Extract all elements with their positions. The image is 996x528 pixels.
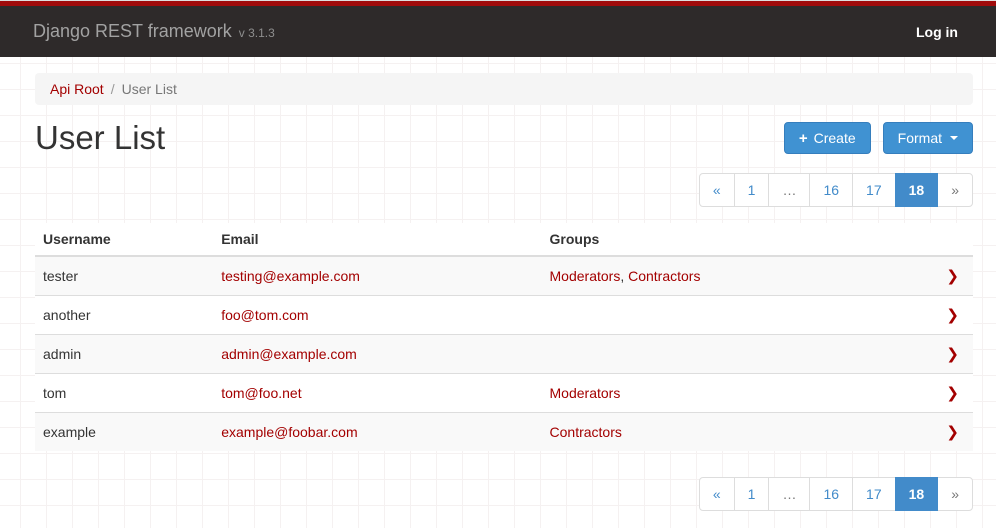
- username-cell: admin: [35, 335, 213, 374]
- groups-cell: Moderators, Contractors: [542, 256, 908, 296]
- format-button-label: Format: [898, 130, 942, 146]
- breadcrumb: Api Root / User List: [35, 73, 973, 105]
- page-16-button[interactable]: 16: [809, 173, 853, 207]
- page-18-button[interactable]: 18: [895, 477, 939, 511]
- column-header-email: Email: [213, 223, 541, 256]
- email-link[interactable]: testing@example.com: [221, 268, 360, 284]
- email-cell: foo@tom.com: [213, 296, 541, 335]
- table-header-row: Username Email Groups: [35, 223, 973, 256]
- breadcrumb-separator: /: [104, 81, 122, 97]
- breadcrumb-current: User List: [122, 81, 177, 97]
- groups-cell: Contractors: [542, 413, 908, 452]
- username-cell: tester: [35, 256, 213, 296]
- navbar: Django REST framework v 3.1.3 Log in: [0, 6, 996, 57]
- brand-link[interactable]: Django REST framework v 3.1.3: [33, 21, 275, 42]
- group-link[interactable]: Moderators: [550, 385, 621, 401]
- email-link[interactable]: example@foobar.com: [221, 424, 357, 440]
- chevron-right-icon: ❯: [946, 346, 959, 363]
- brand-title: Django REST framework: [33, 21, 232, 41]
- page-17-button[interactable]: 17: [852, 477, 896, 511]
- toolbar: + Create Format: [784, 122, 973, 154]
- chevron-right-icon: ❯: [946, 385, 959, 402]
- row-detail-link[interactable]: ❯: [946, 346, 959, 362]
- page-16-button[interactable]: 16: [809, 477, 853, 511]
- prev-page-button[interactable]: «: [699, 173, 735, 207]
- chevron-right-icon: ❯: [946, 307, 959, 324]
- email-cell: testing@example.com: [213, 256, 541, 296]
- ellipsis: …: [768, 173, 810, 207]
- plus-icon: +: [799, 131, 808, 146]
- ellipsis: …: [768, 477, 810, 511]
- detail-cell: ❯: [907, 374, 973, 413]
- table-row: admin admin@example.com ❯: [35, 335, 973, 374]
- username-cell: another: [35, 296, 213, 335]
- groups-cell: Moderators: [542, 374, 908, 413]
- table-row: example example@foobar.com Contractors ❯: [35, 413, 973, 452]
- row-detail-link[interactable]: ❯: [946, 307, 959, 323]
- breadcrumb-api-root-link[interactable]: Api Root: [50, 81, 104, 97]
- group-link[interactable]: Moderators: [550, 268, 621, 284]
- next-page-button: »: [937, 173, 973, 207]
- page-background: Api Root / User List User List + Create …: [0, 57, 996, 528]
- prev-page-button[interactable]: «: [699, 477, 735, 511]
- page-17-button[interactable]: 17: [852, 173, 896, 207]
- content-container: Api Root / User List User List + Create …: [35, 73, 973, 511]
- detail-cell: ❯: [907, 296, 973, 335]
- column-header-username: Username: [35, 223, 213, 256]
- format-dropdown-button[interactable]: Format: [883, 122, 973, 154]
- detail-cell: ❯: [907, 335, 973, 374]
- chevron-right-icon: ❯: [946, 424, 959, 441]
- page-1-button[interactable]: 1: [734, 477, 770, 511]
- email-cell: tom@foo.net: [213, 374, 541, 413]
- table-row: tester testing@example.com Moderators, Con…: [35, 256, 973, 296]
- groups-cell: [542, 335, 908, 374]
- page-1-button[interactable]: 1: [734, 173, 770, 207]
- pagination-top: «1…161718»: [35, 173, 973, 207]
- groups-cell: [542, 296, 908, 335]
- chevron-right-icon: ❯: [946, 268, 959, 285]
- row-detail-link[interactable]: ❯: [946, 385, 959, 401]
- create-button[interactable]: + Create: [784, 122, 871, 154]
- email-cell: admin@example.com: [213, 335, 541, 374]
- login-link[interactable]: Log in: [916, 24, 958, 40]
- username-cell: example: [35, 413, 213, 452]
- next-page-button: »: [937, 477, 973, 511]
- email-link[interactable]: tom@foo.net: [221, 385, 301, 401]
- group-link[interactable]: Contractors: [628, 268, 700, 284]
- user-table: Username Email Groups tester testing@exam…: [35, 223, 973, 451]
- title-row: User List + Create Format: [35, 119, 973, 157]
- email-link[interactable]: foo@tom.com: [221, 307, 308, 323]
- row-detail-link[interactable]: ❯: [946, 268, 959, 284]
- row-detail-link[interactable]: ❯: [946, 424, 959, 440]
- table-row: tom tom@foo.net Moderators ❯: [35, 374, 973, 413]
- create-button-label: Create: [814, 130, 856, 146]
- page-title: User List: [35, 119, 165, 157]
- detail-cell: ❯: [907, 413, 973, 452]
- detail-cell: ❯: [907, 256, 973, 296]
- pagination-bottom: «1…161718»: [35, 477, 973, 511]
- group-link[interactable]: Contractors: [550, 424, 622, 440]
- table-row: another foo@tom.com ❯: [35, 296, 973, 335]
- version-label: v 3.1.3: [239, 26, 275, 40]
- page-18-button[interactable]: 18: [895, 173, 939, 207]
- username-cell: tom: [35, 374, 213, 413]
- column-header-groups: Groups: [542, 223, 908, 256]
- email-cell: example@foobar.com: [213, 413, 541, 452]
- column-header-detail: [907, 223, 973, 256]
- caret-down-icon: [950, 136, 958, 140]
- email-link[interactable]: admin@example.com: [221, 346, 357, 362]
